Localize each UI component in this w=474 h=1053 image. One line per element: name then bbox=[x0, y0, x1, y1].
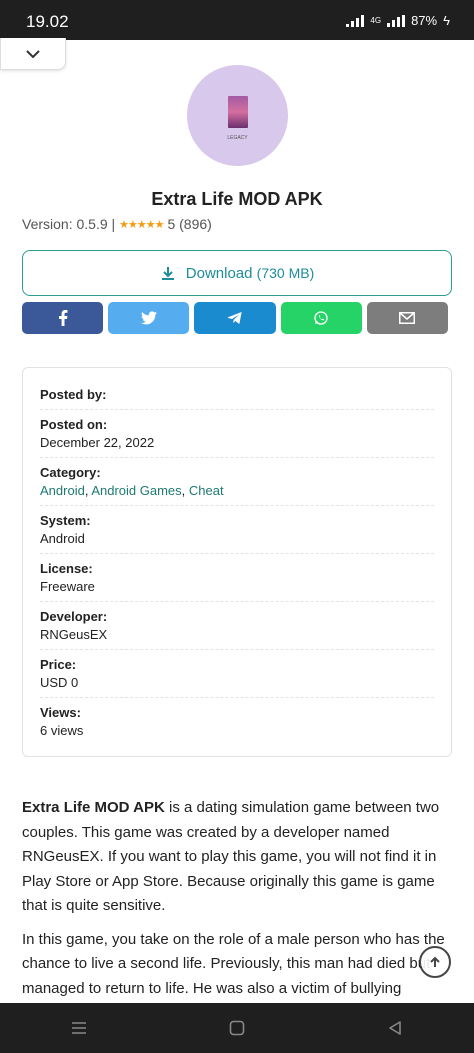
share-facebook-button[interactable] bbox=[22, 302, 104, 334]
status-icons: 4G 87% ϟ bbox=[346, 13, 450, 28]
share-email-button[interactable] bbox=[366, 302, 449, 334]
nav-recents-button[interactable] bbox=[59, 1008, 99, 1048]
back-triangle-icon bbox=[389, 1021, 401, 1035]
menu-lines-icon bbox=[72, 1022, 86, 1034]
chevron-down-icon bbox=[26, 49, 40, 58]
info-developer: Developer: RNGeusEX bbox=[40, 602, 434, 650]
signal-icon bbox=[346, 14, 365, 27]
app-title: Extra Life MOD APK bbox=[151, 189, 323, 209]
views-label: Views: bbox=[40, 705, 81, 720]
views-value: 6 views bbox=[40, 723, 84, 738]
share-twitter-button[interactable] bbox=[108, 302, 190, 334]
download-button[interactable]: Download (730 MB) bbox=[22, 250, 452, 296]
info-posted-by: Posted by: bbox=[40, 380, 434, 410]
app-meta: Version: 0.5.9 | ★★★★★ 5 (896) bbox=[22, 216, 212, 232]
share-buttons bbox=[22, 302, 449, 334]
collapse-menu-button[interactable] bbox=[0, 38, 66, 70]
rating-stars: ★★★★★ bbox=[119, 218, 164, 231]
download-label: Download bbox=[185, 264, 253, 282]
share-telegram-button[interactable] bbox=[194, 302, 276, 334]
info-category: Category: Android, Android Games, Cheat bbox=[40, 458, 434, 506]
article-paragraph: Extra Life MOD APK is a dating simulatio… bbox=[22, 796, 454, 919]
battery-level: 87% bbox=[411, 13, 438, 28]
posted-on-label: Posted on: bbox=[40, 416, 108, 432]
price-value: USD 0 bbox=[40, 674, 79, 690]
posted-by-label: Posted by: bbox=[40, 387, 107, 402]
info-views: Views: 6 views bbox=[40, 698, 434, 746]
nav-home-button[interactable] bbox=[217, 1008, 257, 1048]
app-icon: LEGACY bbox=[187, 65, 288, 166]
arrow-up-icon bbox=[430, 956, 440, 967]
status-time: 19.02 bbox=[26, 12, 69, 31]
rating-text: 5 (896) bbox=[167, 216, 212, 232]
category-link-android-games[interactable]: Android Games bbox=[91, 483, 181, 498]
whatsapp-icon bbox=[314, 311, 328, 325]
status-bar: 19.02 4G 87% ϟ bbox=[0, 0, 474, 40]
info-price: Price: USD 0 bbox=[40, 650, 434, 698]
app-info-card: Posted by: Posted on: December 22, 2022 … bbox=[22, 367, 452, 757]
article-app-name: Extra Life MOD APK bbox=[22, 799, 165, 816]
download-icon bbox=[161, 267, 174, 280]
developer-label: Developer: bbox=[40, 608, 108, 624]
info-system: System: Android bbox=[40, 506, 434, 554]
license-label: License: bbox=[40, 560, 93, 576]
system-value: Android bbox=[40, 530, 85, 546]
posted-on-value: December 22, 2022 bbox=[40, 434, 155, 450]
version-label: Version: 0.5.9 | bbox=[22, 216, 116, 232]
game-cover-image bbox=[227, 95, 248, 128]
category-label: Category: bbox=[40, 464, 101, 480]
home-square-icon bbox=[229, 1020, 245, 1036]
share-whatsapp-button[interactable] bbox=[280, 302, 362, 334]
nav-back-button[interactable] bbox=[375, 1008, 415, 1048]
charging-icon: ϟ bbox=[443, 13, 450, 28]
license-value: Freeware bbox=[40, 578, 95, 594]
app-icon-caption: LEGACY bbox=[227, 135, 248, 141]
system-label: System: bbox=[40, 512, 91, 528]
article-intro: is a dating simulation game between two … bbox=[22, 799, 440, 914]
facebook-icon bbox=[58, 310, 68, 326]
network-type: 4G bbox=[370, 15, 382, 25]
category-link-cheat[interactable]: Cheat bbox=[189, 483, 224, 498]
email-icon bbox=[399, 312, 416, 324]
info-posted-on: Posted on: December 22, 2022 bbox=[40, 410, 434, 458]
system-navigation-bar bbox=[0, 1003, 474, 1053]
article-body: Extra Life MOD APK is a dating simulatio… bbox=[22, 796, 454, 1010]
scroll-to-top-button[interactable] bbox=[419, 946, 451, 978]
category-link-android[interactable]: Android bbox=[40, 483, 85, 498]
developer-value: RNGeusEX bbox=[40, 626, 108, 642]
info-license: License: Freeware bbox=[40, 554, 434, 602]
telegram-icon bbox=[227, 312, 242, 324]
article-paragraph: In this game, you take on the role of a … bbox=[22, 930, 445, 997]
price-label: Price: bbox=[40, 656, 77, 672]
signal-icon-secondary bbox=[387, 14, 406, 27]
twitter-icon bbox=[140, 311, 157, 325]
download-size: (730 MB) bbox=[256, 264, 315, 281]
